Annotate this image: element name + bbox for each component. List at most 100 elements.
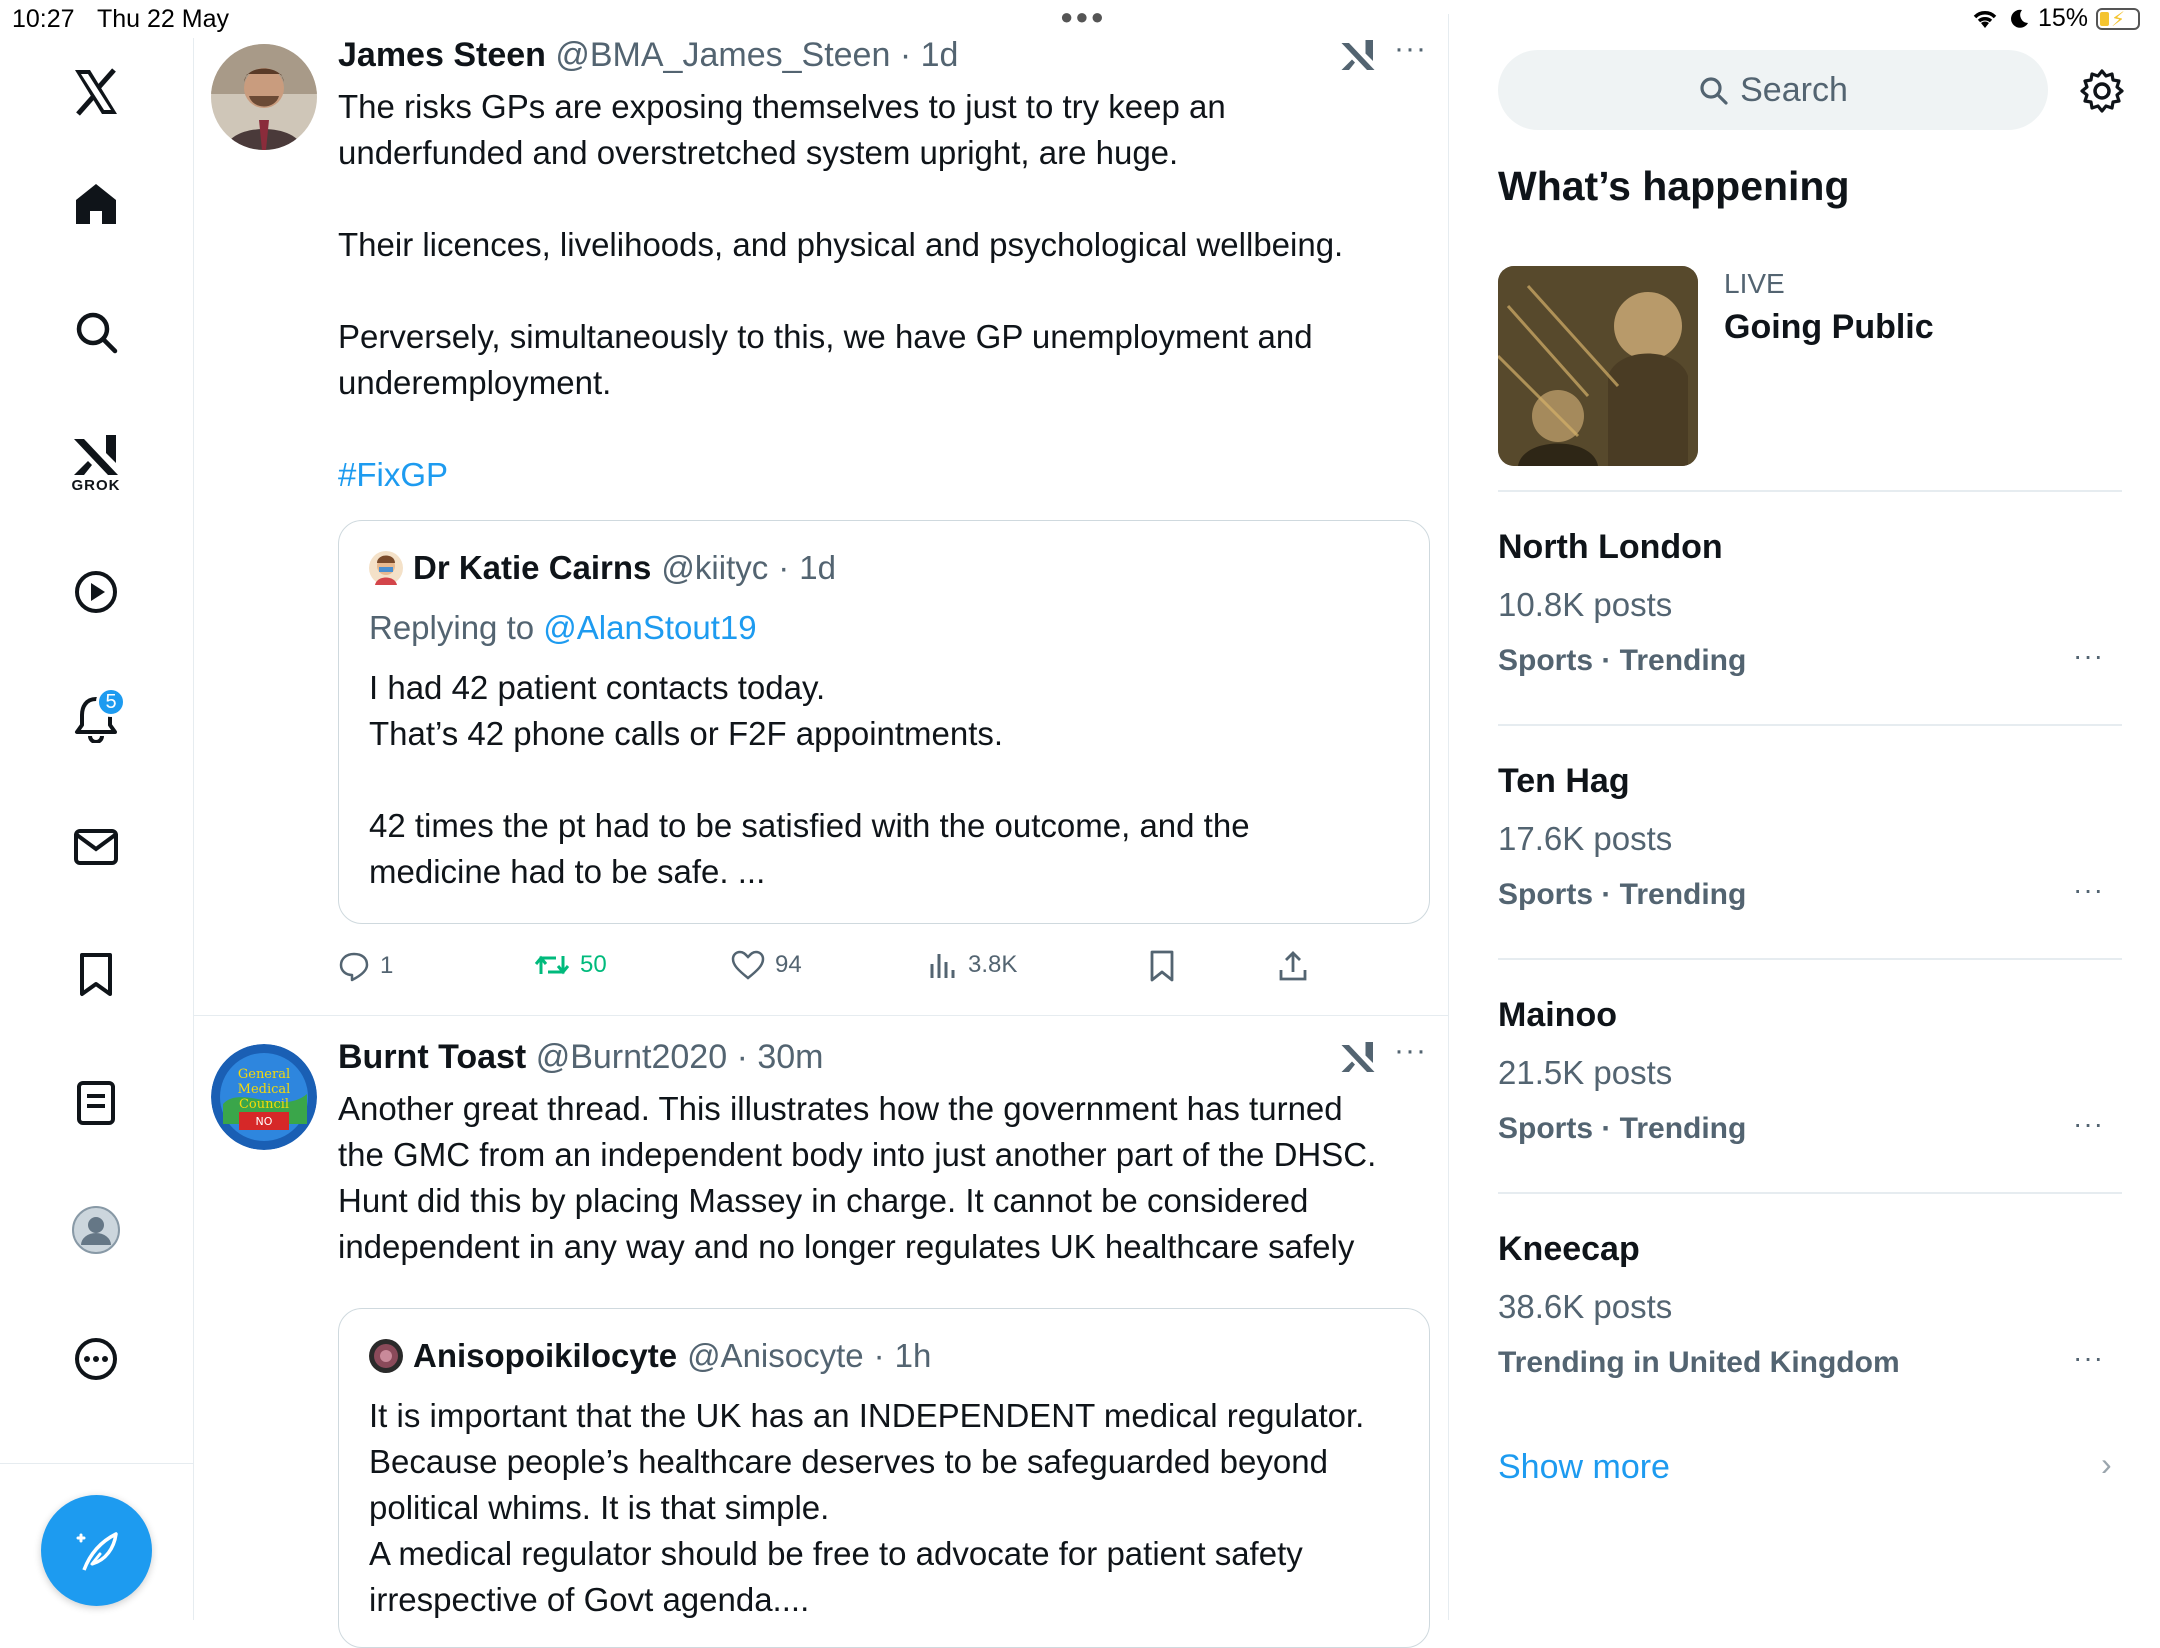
post-more-icon[interactable]: ··· [1394,1034,1427,1068]
video-play-icon[interactable] [60,556,132,628]
trend-more-icon[interactable]: ··· [2073,640,2104,672]
chevron-right-icon[interactable]: › [2101,1446,2112,1483]
search-placeholder: Search [1740,70,1848,109]
replying-to: Replying to @AlanStout19 [369,609,757,647]
status-time: 10:27 [12,5,75,33]
compose-post-button[interactable] [41,1495,152,1606]
quoted-avatar[interactable] [369,551,403,585]
live-event-thumbnail[interactable] [1498,266,1698,466]
search-input[interactable]: Search [1498,50,2048,130]
trend-item[interactable]: Kneecap 38.6K posts Trending in United K… [1498,1230,2122,1390]
separator-dot: · [873,1337,885,1374]
post-more-icon[interactable]: ··· [1394,32,1427,66]
trend-more-icon[interactable]: ··· [2073,874,2104,906]
search-icon[interactable] [60,296,132,368]
trend-category: Trending in United Kingdom [1498,1346,1900,1379]
quoted-author-handle: @kiityc [661,549,769,586]
post[interactable]: James Steen @BMA_James_Steen · 1d ··· Th… [194,14,1448,1010]
lists-icon[interactable] [60,1067,132,1139]
trend-name: Kneecap [1498,1230,1640,1268]
quoted-avatar[interactable] [369,1339,403,1373]
whats-happening-title: What’s happening [1498,163,1850,209]
mail-icon[interactable] [60,811,132,883]
svg-text:Medical: Medical [238,1082,291,1097]
share-button[interactable] [1278,950,1308,982]
separator-dot: · [778,549,790,586]
moon-icon [2011,9,2028,28]
author-handle[interactable]: @Burnt2020 [536,1038,727,1076]
gear-icon[interactable] [2079,68,2125,119]
trend-category: Sports · Trending [1498,878,1747,911]
quoted-author-name: Dr Katie Cairns [413,549,652,586]
trend-more-icon[interactable]: ··· [2073,1108,2104,1140]
hashtag[interactable]: #FixGP [338,456,448,493]
repost-icon [534,955,570,975]
notifications-nav-item[interactable]: 5 [60,683,132,755]
reply-button[interactable]: 1 [338,950,393,982]
more-options-icon[interactable] [60,1323,132,1395]
heart-icon [731,950,765,980]
quoted-post[interactable]: Anisopoikilocyte @Anisocyte · 1h It is i… [338,1308,1430,1648]
trend-more-icon[interactable]: ··· [2073,1342,2104,1374]
timeline-feed: James Steen @BMA_James_Steen · 1d ··· Th… [194,14,1449,1648]
quoted-author-handle: @Anisocyte [687,1337,864,1374]
trend-post-count: 17.6K posts [1498,820,1673,857]
repost-count: 50 [580,951,607,978]
search-icon [1700,77,1728,105]
grok-explain-icon[interactable] [1340,1040,1376,1079]
author-name[interactable]: James Steen [338,36,546,74]
trend-divider [1498,724,2122,726]
grok-explain-icon[interactable] [1340,38,1376,77]
profile-avatar-icon[interactable] [60,1194,132,1266]
like-button[interactable]: 94 [731,950,802,980]
views-chart-icon [930,954,955,978]
svg-text:Council: Council [239,1097,289,1112]
author-handle[interactable]: @BMA_James_Steen [555,36,890,74]
quoted-post[interactable]: Dr Katie Cairns @kiityc · 1d Replying to… [338,520,1430,924]
battery-icon: ⚡ [2096,7,2140,31]
post-age[interactable]: 30m [757,1038,823,1076]
live-event-title[interactable]: Going Public [1724,308,1934,347]
left-navigation: GROK 5 [0,38,194,1620]
trend-post-count: 38.6K posts [1498,1288,1673,1325]
author-name[interactable]: Burnt Toast [338,1038,526,1076]
trend-category: Sports · Trending [1498,1112,1747,1145]
like-count: 94 [775,951,802,978]
avatar[interactable] [211,44,317,150]
trend-divider [1498,490,2122,492]
post-text: The risks GPs are exposing themselves to… [338,88,1344,401]
compose-feather-icon [76,1531,118,1571]
post[interactable]: General Medical Council NO Burnt Toast @Bur… [194,1016,1448,1648]
reply-count: 1 [380,952,394,979]
views-button[interactable]: 3.8K [928,950,1017,980]
quoted-author-name: Anisopoikilocyte [413,1337,678,1374]
quoted-post-text: It is important that the UK has an INDEP… [369,1397,1365,1618]
trend-item[interactable]: North London 10.8K posts Sports · Trendi… [1498,528,2122,688]
home-icon[interactable] [60,168,132,240]
quoted-post-header: Anisopoikilocyte @Anisocyte · 1h [369,1337,931,1375]
post-age[interactable]: 1d [921,36,959,74]
live-label: LIVE [1724,268,1785,299]
trend-item[interactable]: Mainoo 21.5K posts Sports · Trending ··· [1498,996,2122,1156]
grok-icon [74,434,118,475]
bookmark-button[interactable] [1148,950,1176,982]
nav-divider [0,1463,193,1464]
trend-name: Ten Hag [1498,762,1630,800]
replying-to-handle[interactable]: @AlanStout19 [543,609,756,646]
avatar[interactable]: General Medical Council NO [211,1044,317,1150]
svg-text:NO: NO [256,1115,273,1128]
quoted-post-age: 1d [799,549,836,586]
grok-nav-item[interactable]: GROK [60,418,132,508]
wifi-icon [1973,10,1997,28]
bookmark-icon[interactable] [60,939,132,1011]
trend-post-count: 21.5K posts [1498,1054,1673,1091]
trend-item[interactable]: Ten Hag 17.6K posts Sports · Trending ··… [1498,762,2122,922]
quoted-post-header: Dr Katie Cairns @kiityc · 1d [369,549,836,587]
hashtag-link[interactable]: #FixGP [338,452,1428,498]
repost-button[interactable]: 50 [534,950,607,980]
svg-text:General: General [238,1067,290,1082]
trend-name: Mainoo [1498,996,1617,1034]
x-logo-icon[interactable] [60,56,132,128]
trend-divider [1498,1192,2122,1194]
show-more-link[interactable]: Show more [1498,1448,1670,1487]
